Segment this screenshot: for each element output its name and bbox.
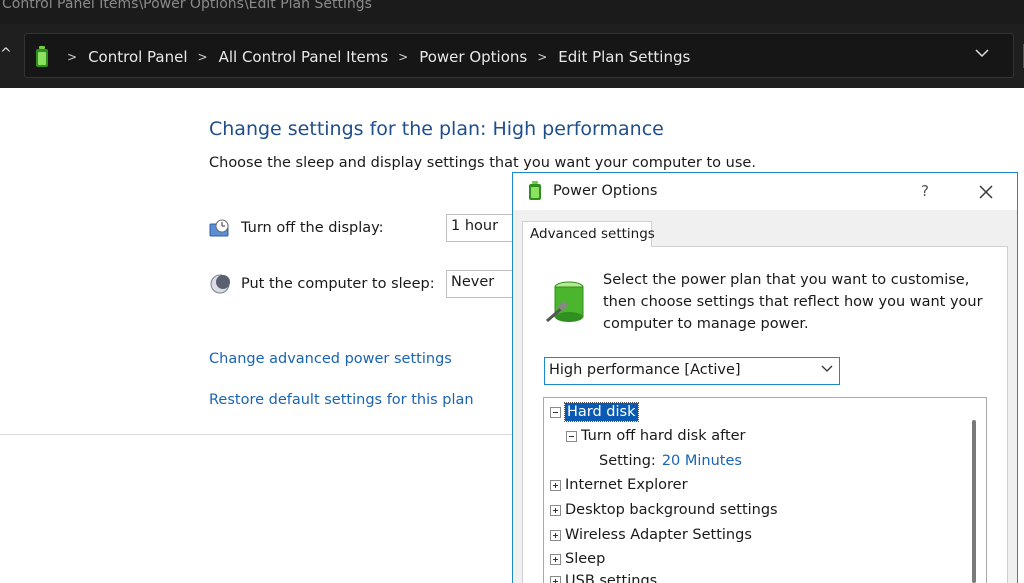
help-button[interactable]: ? <box>913 179 937 203</box>
breadcrumb-chevron-icon: > <box>398 49 409 64</box>
setting-value-link[interactable]: 20 Minutes <box>662 453 742 469</box>
power-plan-value: High performance [Active] <box>549 362 741 378</box>
breadcrumb-edit-plan[interactable]: Edit Plan Settings <box>558 48 690 66</box>
page-title: Change settings for the plan: High perfo… <box>209 118 664 140</box>
power-options-dialog: Power Options ? Advanced settings Select… <box>512 172 1018 583</box>
breadcrumb-chevron-icon: > <box>537 49 548 64</box>
breadcrumb-all-items[interactable]: All Control Panel Items <box>219 48 389 66</box>
breadcrumb-chevron-icon: > <box>197 49 208 64</box>
expand-icon[interactable] <box>550 479 561 491</box>
tree-item-setting[interactable]: Setting: 20 Minutes <box>599 450 742 472</box>
up-arrow-icon[interactable]: ^ <box>0 46 12 62</box>
close-icon <box>979 185 993 199</box>
expand-icon[interactable] <box>550 553 561 565</box>
tree-label-wireless-adapter: Wireless Adapter Settings <box>565 527 752 543</box>
close-button[interactable] <box>973 179 999 205</box>
settings-tree[interactable]: Hard disk Turn off hard disk after Setti… <box>543 397 987 583</box>
tree-item-sleep[interactable]: Sleep <box>550 548 605 570</box>
setting-label: Setting: <box>599 453 656 469</box>
divider <box>0 434 514 435</box>
display-label: Turn off the display: <box>241 220 384 236</box>
sleep-moon-icon <box>209 273 231 295</box>
expand-icon[interactable] <box>550 504 561 516</box>
chevron-down-icon[interactable] <box>975 46 989 62</box>
dialog-title: Power Options <box>553 183 658 199</box>
address-bar[interactable]: > Control Panel > All Control Panel Item… <box>24 33 1024 79</box>
chevron-down-icon <box>821 362 833 376</box>
tree-item-wireless-adapter[interactable]: Wireless Adapter Settings <box>550 524 752 546</box>
breadcrumb-power-options[interactable]: Power Options <box>419 48 527 66</box>
power-plug-battery-icon <box>545 277 593 325</box>
breadcrumb: > Control Panel > All Control Panel Item… <box>35 34 690 79</box>
breadcrumb-control-panel[interactable]: Control Panel <box>88 48 187 66</box>
display-icon <box>209 218 231 240</box>
tree-item-desktop-background[interactable]: Desktop background settings <box>550 499 778 521</box>
tab-advanced-settings[interactable]: Advanced settings <box>522 221 655 247</box>
power-battery-icon <box>35 45 49 68</box>
page-subtitle: Choose the sleep and display settings th… <box>209 155 756 171</box>
tree-item-hard-disk[interactable]: Hard disk <box>550 401 639 423</box>
dialog-description: Select the power plan that you want to c… <box>603 272 983 332</box>
tree-label-desktop-background: Desktop background settings <box>565 502 778 518</box>
restore-defaults-link[interactable]: Restore default settings for this plan <box>209 392 474 408</box>
window-title-path: Control Panel Items\Power Options\Edit P… <box>2 0 372 12</box>
tree-item-internet-explorer[interactable]: Internet Explorer <box>550 474 688 496</box>
collapse-icon[interactable] <box>550 406 561 418</box>
advanced-power-settings-link[interactable]: Change advanced power settings <box>209 351 452 367</box>
collapse-icon[interactable] <box>566 430 577 442</box>
tree-label-turn-off-hard-disk: Turn off hard disk after <box>581 428 746 444</box>
breadcrumb-chevron-icon: > <box>67 49 78 64</box>
expand-icon[interactable] <box>550 529 561 541</box>
power-plan-select[interactable]: High performance [Active] <box>544 357 840 385</box>
power-battery-icon <box>527 181 543 201</box>
address-bar-row: ^ > Control Panel > All Control Panel It… <box>0 24 1024 88</box>
tree-scrollbar[interactable] <box>972 420 976 583</box>
tree-item-usb-settings[interactable]: USB settings <box>550 570 657 583</box>
tree-label-sleep: Sleep <box>565 551 606 567</box>
expand-icon[interactable] <box>550 575 561 583</box>
tree-label-usb-settings: USB settings <box>565 573 658 583</box>
sleep-label: Put the computer to sleep: <box>241 276 435 292</box>
dialog-titlebar[interactable]: Power Options ? <box>513 173 1017 210</box>
tree-label-hard-disk: Hard disk <box>564 402 639 422</box>
tree-label-internet-explorer: Internet Explorer <box>565 477 688 493</box>
tree-item-turn-off-hard-disk[interactable]: Turn off hard disk after <box>566 425 746 447</box>
window-title-strip: Control Panel Items\Power Options\Edit P… <box>0 0 1024 24</box>
